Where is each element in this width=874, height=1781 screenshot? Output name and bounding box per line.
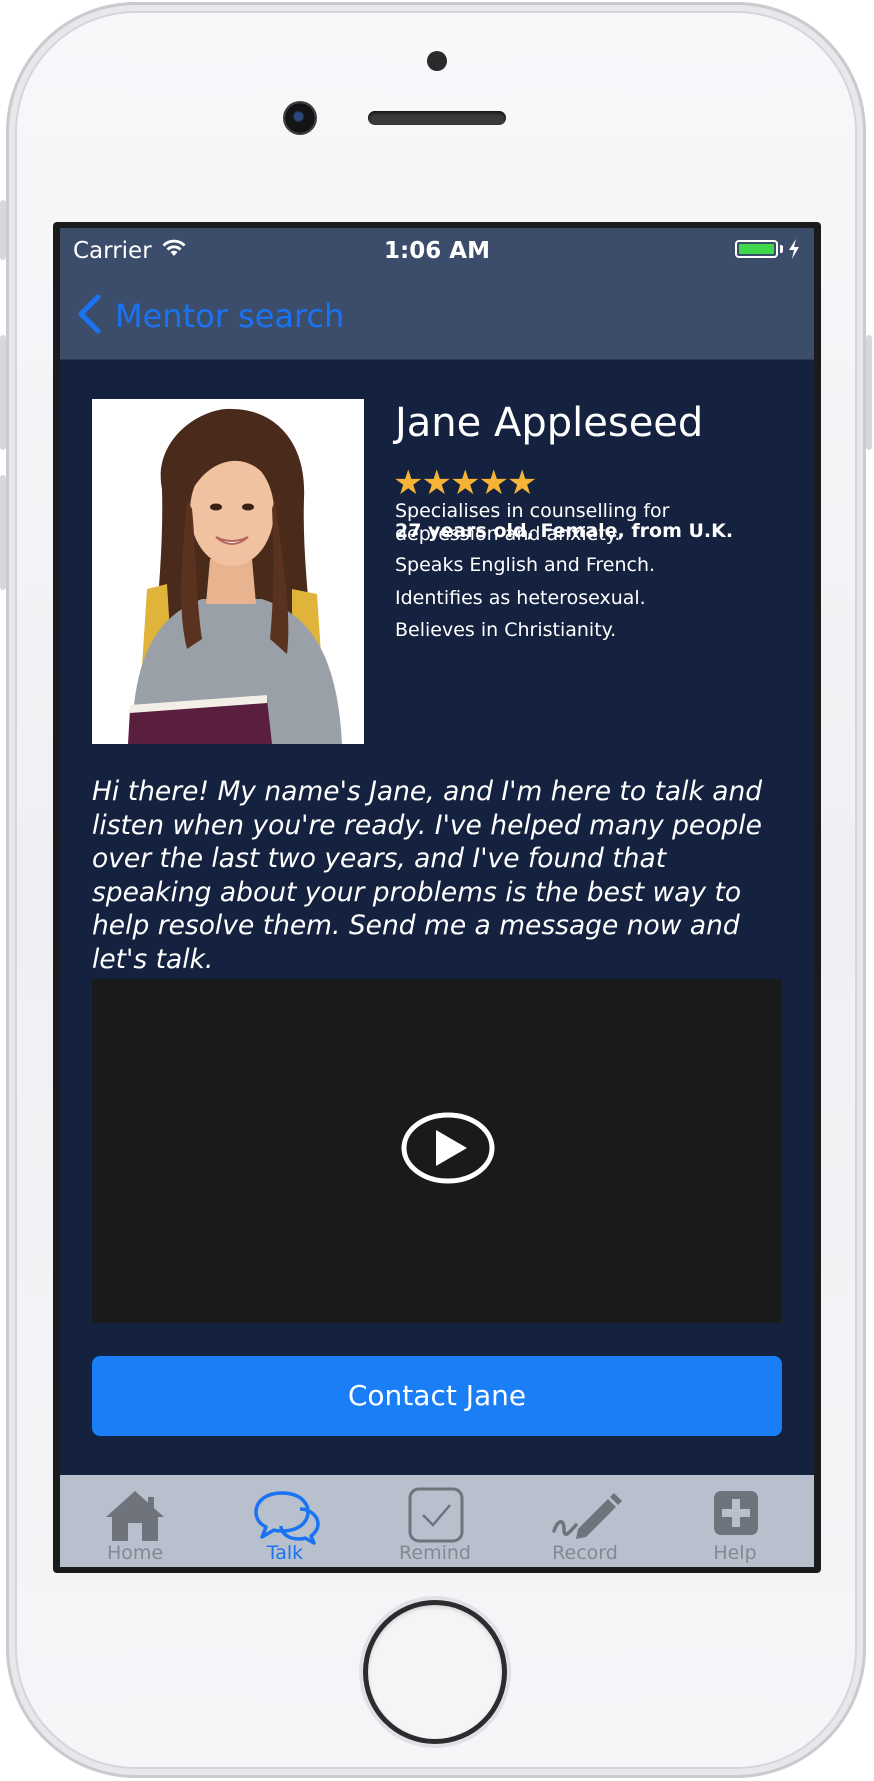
tab-remind-label: Remind <box>399 1542 471 1564</box>
status-bar: Carrier 1:06 AM <box>60 228 814 274</box>
home-button[interactable] <box>368 1605 502 1739</box>
mute-switch <box>0 200 6 260</box>
tab-help[interactable]: Help <box>660 1475 810 1567</box>
tab-bar: Home Talk Remind Record Help <box>60 1475 814 1567</box>
rating-stars: ★★★★★ <box>393 463 537 503</box>
front-camera <box>285 103 315 133</box>
proximity-sensor <box>427 51 447 71</box>
earpiece-speaker <box>368 111 506 125</box>
mentor-specialisation: Specialises in counselling for depressio… <box>395 500 670 545</box>
tab-talk[interactable]: Talk <box>210 1475 360 1567</box>
power-button <box>866 335 872 450</box>
chat-bubbles-icon <box>254 1491 320 1545</box>
tab-help-label: Help <box>713 1542 757 1564</box>
tab-remind[interactable]: Remind <box>360 1475 510 1567</box>
mentor-religion: Believes in Christianity. <box>395 619 617 641</box>
volume-up-button <box>0 335 6 450</box>
mentor-bio: Hi there! My name's Jane, and I'm here t… <box>92 776 763 975</box>
tab-record-label: Record <box>552 1542 618 1564</box>
play-icon[interactable] <box>401 1112 495 1184</box>
pen-icon <box>552 1493 622 1539</box>
tab-home[interactable]: Home <box>60 1475 210 1567</box>
tab-record[interactable]: Record <box>510 1475 660 1567</box>
mentor-photo <box>92 399 364 744</box>
tab-talk-label: Talk <box>266 1542 304 1564</box>
battery-tip <box>780 245 783 253</box>
volume-down-button <box>0 475 6 590</box>
checkbox-icon <box>408 1487 464 1543</box>
charging-bolt-icon <box>789 239 799 259</box>
mentor-name: Jane Appleseed <box>395 400 704 446</box>
chevron-left-icon <box>78 294 101 334</box>
contact-mentor-button[interactable]: Contact Jane <box>92 1356 782 1436</box>
back-button[interactable]: Mentor search <box>60 274 360 359</box>
clock: 1:06 AM <box>384 238 490 264</box>
plus-icon <box>714 1491 758 1535</box>
screen: Carrier 1:06 AM Mentor search Jane Apple… <box>60 228 814 1567</box>
mentor-languages: Speaks English and French. <box>395 554 656 576</box>
tab-home-label: Home <box>106 1542 164 1564</box>
mentor-orientation: Identifies as heterosexual. <box>395 587 646 609</box>
back-label: Mentor search <box>115 297 345 335</box>
home-icon <box>106 1491 164 1541</box>
battery-icon <box>735 240 778 258</box>
